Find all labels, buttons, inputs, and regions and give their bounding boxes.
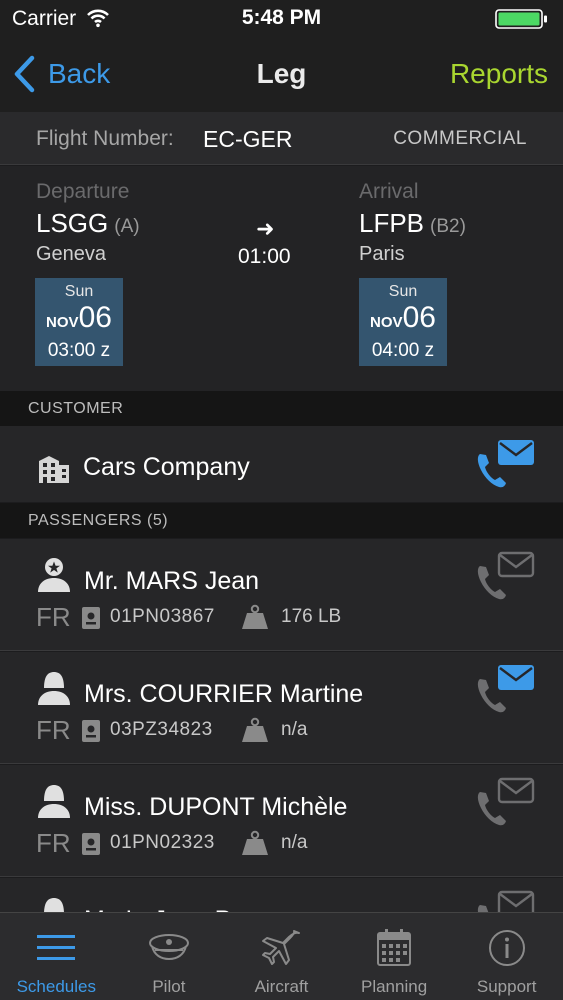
passport-icon <box>82 607 100 629</box>
arrival-class: (B2) <box>430 216 466 237</box>
arrival-date-tile[interactable]: Sun NOV06 04:00 z <box>359 278 447 366</box>
departure-block: Departure LSGG (A) Geneva <box>36 180 140 266</box>
passenger-weight: n/a <box>281 832 308 853</box>
arrival-day: 06 <box>402 301 436 334</box>
arrival-icao: LFPB <box>359 208 425 238</box>
departure-caption: Departure <box>36 180 130 203</box>
status-bar: Carrier 5:48 PM <box>0 0 563 38</box>
tab-support[interactable]: Support <box>450 913 563 1000</box>
flight-type: COMMERCIAL <box>393 128 527 149</box>
customer-name: Cars Company <box>83 453 250 481</box>
passenger-row[interactable]: Mrs. COURRIER Martine FR 03PZ34823 n/a <box>0 652 563 764</box>
passport-icon <box>82 833 100 855</box>
passenger-contact-icon[interactable] <box>474 776 536 828</box>
departure-day: 06 <box>78 301 112 334</box>
customer-header-label: CUSTOMER <box>28 400 124 417</box>
weight-icon <box>242 830 268 855</box>
arrival-month: NOV <box>370 314 403 331</box>
navigation-bar: Back Leg Reports <box>0 38 563 112</box>
tab-schedules-label: Schedules <box>16 977 96 996</box>
flight-duration: 01:00 <box>238 245 291 268</box>
customer-contact-icon[interactable] <box>474 438 536 490</box>
tab-pilot-label: Pilot <box>152 977 186 996</box>
calendar-icon <box>377 929 412 966</box>
passenger-country: FR <box>36 828 71 858</box>
tab-pilot[interactable]: Pilot <box>113 913 226 1000</box>
passenger-contact-icon[interactable] <box>474 663 536 715</box>
reports-button[interactable]: Reports <box>450 58 548 90</box>
departure-month: NOV <box>46 314 79 331</box>
passenger-weight: n/a <box>281 719 308 740</box>
departure-date-tile[interactable]: Sun NOV06 03:00 z <box>35 278 123 366</box>
passport-icon <box>82 720 100 742</box>
weight-icon <box>242 717 268 742</box>
route-panel: Departure LSGG (A) Geneva ➜ 01:00 Arrival… <box>0 166 563 391</box>
passengers-section-header: PASSENGERS (5) <box>0 503 563 538</box>
tab-bar: Schedules Pilot Aircraft Planning Suppor… <box>0 912 563 1000</box>
departure-time: 03:00 z <box>47 340 111 361</box>
departure-city: Geneva <box>36 243 107 265</box>
arrival-code: LFPB (B2) <box>359 208 466 239</box>
passenger-name: Mr. MARS Jean <box>84 567 260 595</box>
passenger-passport: 03PZ34823 <box>110 719 213 740</box>
passenger-weight: 176 LB <box>281 606 342 627</box>
passenger-passport: 01PN02323 <box>110 832 215 853</box>
passenger-name: Miss. DUPONT Michèle <box>84 793 348 821</box>
weight-icon <box>242 604 268 629</box>
tab-planning-label: Planning <box>360 977 428 996</box>
passenger-row[interactable]: Miss. DUPONT Michèle FR 01PN02323 n/a <box>0 765 563 877</box>
customer-row[interactable]: Cars Company <box>0 426 563 502</box>
flight-number-label: Flight Number: <box>36 127 174 150</box>
battery-icon <box>495 9 547 29</box>
passenger-contact-icon[interactable] <box>474 550 536 602</box>
tab-planning[interactable]: Planning <box>338 913 451 1000</box>
building-icon <box>39 456 69 483</box>
captain-icon <box>38 558 70 592</box>
departure-class: (A) <box>114 216 140 237</box>
arrival-caption: Arrival <box>359 180 419 203</box>
departure-code: LSGG (A) <box>36 208 140 239</box>
tab-support-label: Support <box>476 977 537 996</box>
flight-number-value: EC-GER <box>203 126 293 152</box>
customer-section-header: CUSTOMER <box>0 391 563 426</box>
passenger-country: FR <box>36 715 71 745</box>
list-icon <box>37 935 76 960</box>
arrival-weekday: Sun <box>388 283 418 300</box>
tab-schedules[interactable]: Schedules <box>0 913 113 1000</box>
passenger-name: Mrs. COURRIER Martine <box>84 680 364 708</box>
passenger-passport: 01PN03867 <box>110 606 215 627</box>
arrival-time: 04:00 z <box>371 340 435 361</box>
arrival-block: Arrival LFPB (B2) Paris <box>359 180 466 266</box>
arrival-city: Paris <box>359 243 405 265</box>
tab-aircraft[interactable]: Aircraft <box>225 913 338 1000</box>
info-icon <box>488 930 525 966</box>
passengers-header-label: PASSENGERS (5) <box>28 512 169 529</box>
airplane-icon <box>262 930 301 965</box>
status-time: 5:48 PM <box>241 6 322 29</box>
pilot-cap-icon <box>148 934 189 961</box>
tab-aircraft-label: Aircraft <box>254 977 309 996</box>
departure-weekday: Sun <box>64 283 94 300</box>
arrow-right-icon: ➜ <box>256 216 275 241</box>
person-icon <box>38 672 70 705</box>
person-icon <box>38 785 70 818</box>
passenger-country: FR <box>36 602 71 632</box>
flight-number-row: Flight Number: EC-GER COMMERCIAL <box>0 112 563 165</box>
passenger-row[interactable]: Mr. MARS Jean FR 01PN03867 176 LB <box>0 539 563 651</box>
departure-icao: LSGG <box>36 208 109 238</box>
